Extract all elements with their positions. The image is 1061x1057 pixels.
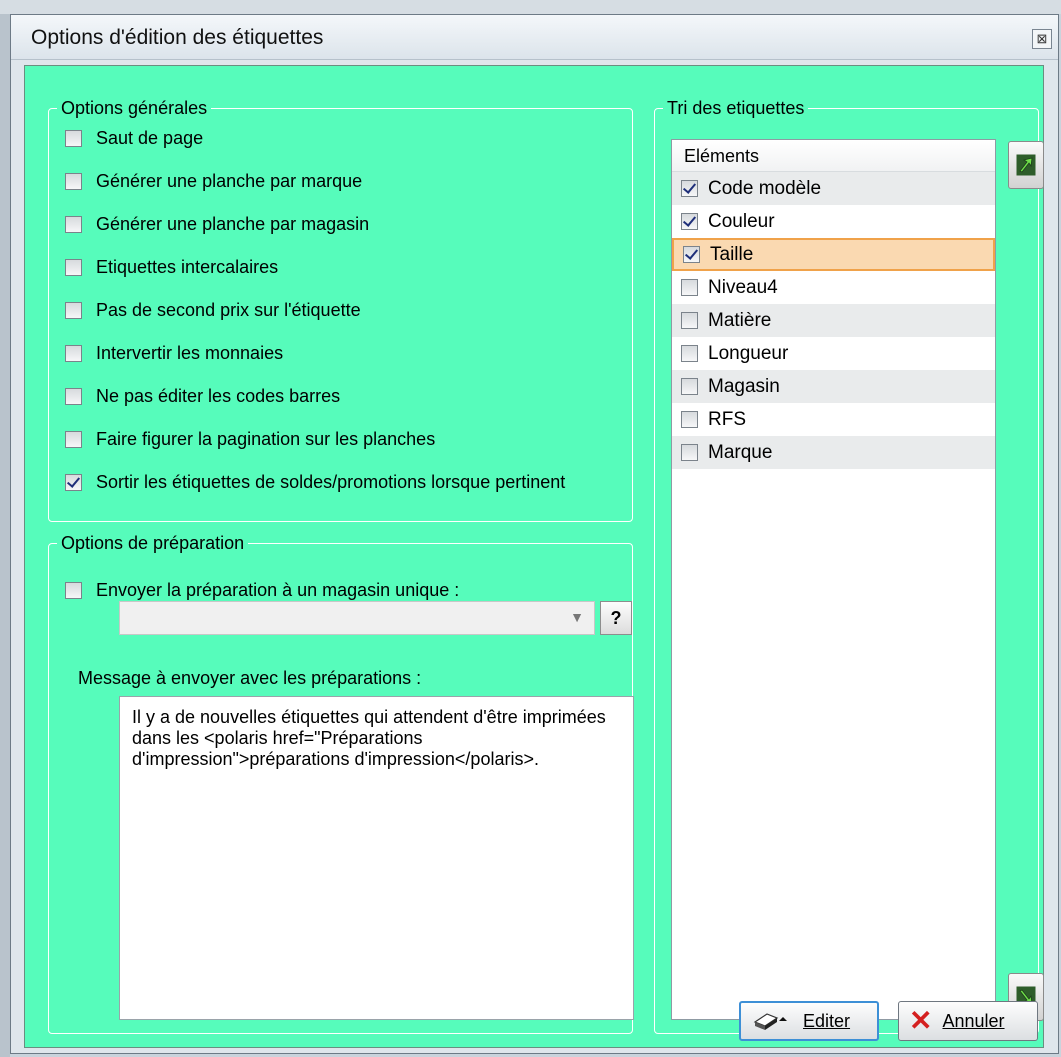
general-option-6[interactable]: Intervertir les monnaies [65, 341, 283, 365]
close-x-icon: ✕ [909, 1005, 933, 1036]
list-item-label: Taille [710, 243, 754, 265]
single-store-checkbox-row[interactable]: Envoyer la préparation à un magasin uniq… [65, 578, 459, 602]
cancel-button-label: Annuler [942, 1010, 1005, 1031]
list-item[interactable]: Taille [672, 238, 995, 271]
list-item-label: Marque [708, 441, 773, 463]
general-option-3[interactable]: Générer une planche par magasin [65, 212, 369, 236]
general-option-label: Faire figurer la pagination sur les plan… [96, 428, 436, 449]
edit-button-label: Editer [803, 1010, 851, 1031]
sort-rows: Code modèle Couleur Taille Niveau4 Matière Lo… [672, 172, 995, 469]
preparation-options-legend: Options de préparation [61, 533, 245, 553]
general-option-checkbox[interactable] [65, 172, 82, 190]
general-option-9[interactable]: Sortir les étiquettes de soldes/promotio… [65, 470, 565, 494]
title-bar[interactable]: Options d'édition des étiquettes ⊠ [11, 15, 1058, 60]
edit-button[interactable]: Editer [739, 1001, 879, 1041]
list-item[interactable]: RFS [672, 403, 995, 436]
background-app-strip [0, 0, 1061, 14]
general-option-1[interactable]: Saut de page [65, 126, 203, 150]
general-option-checkbox[interactable] [65, 387, 82, 405]
list-item-label: Code modèle [708, 177, 822, 199]
general-option-checkbox[interactable] [65, 301, 82, 319]
general-option-label: Saut de page [96, 127, 204, 148]
general-option-5[interactable]: Pas de second prix sur l'étiquette [65, 298, 361, 322]
store-select[interactable]: ▼ [119, 601, 595, 635]
general-option-4[interactable]: Etiquettes intercalaires [65, 255, 278, 279]
list-item-checkbox[interactable] [681, 378, 698, 395]
window-title: Options d'édition des étiquettes [31, 26, 324, 49]
general-option-label: Générer une planche par marque [96, 170, 363, 191]
list-item-checkbox[interactable] [681, 444, 698, 461]
background-app-edge [0, 0, 10, 1057]
general-option-label: Etiquettes intercalaires [96, 256, 279, 277]
general-option-checkbox[interactable] [65, 215, 82, 233]
message-textarea[interactable]: Il y a de nouvelles étiquettes qui atten… [119, 696, 634, 1020]
list-item-label: Magasin [708, 375, 780, 397]
message-label: Message à envoyer avec les préparations … [78, 668, 422, 688]
arrow-up-icon [1016, 154, 1036, 176]
close-button[interactable]: ⊠ [1032, 29, 1052, 49]
printer-icon [753, 1013, 787, 1030]
list-item[interactable]: Longueur [672, 337, 995, 370]
list-item-checkbox[interactable] [683, 246, 700, 263]
general-option-checkbox[interactable] [65, 344, 82, 362]
general-option-label: Intervertir les monnaies [96, 342, 284, 363]
general-option-checkbox[interactable] [65, 430, 82, 448]
dialog-client-area: Options générales Saut de page Générer un… [24, 65, 1044, 1048]
label-options-dialog: Options d'édition des étiquettes ⊠ Optio… [10, 14, 1059, 1054]
list-item-checkbox[interactable] [681, 180, 698, 197]
general-option-2[interactable]: Générer une planche par marque [65, 169, 362, 193]
list-item-checkbox[interactable] [681, 312, 698, 329]
general-option-label: Générer une planche par magasin [96, 213, 370, 234]
sort-labels-legend: Tri des etiquettes [667, 98, 805, 118]
list-item-label: RFS [708, 408, 746, 430]
single-store-label: Envoyer la préparation à un magasin uniq… [96, 579, 460, 600]
list-item[interactable]: Niveau4 [672, 271, 995, 304]
general-option-7[interactable]: Ne pas éditer les codes barres [65, 384, 340, 408]
general-option-label: Pas de second prix sur l'étiquette [96, 299, 361, 320]
list-item-checkbox[interactable] [681, 213, 698, 230]
list-item[interactable]: Magasin [672, 370, 995, 403]
list-item[interactable]: Marque [672, 436, 995, 469]
general-option-checkbox[interactable] [65, 258, 82, 276]
help-button[interactable]: ? [600, 601, 632, 635]
sort-elements-list[interactable]: Eléments Code modèle Couleur Taille Niveau4… [671, 139, 996, 1020]
list-item[interactable]: Couleur [672, 205, 995, 238]
list-column-header[interactable]: Eléments [672, 140, 995, 172]
list-item-label: Matière [708, 309, 772, 331]
general-option-checkbox[interactable] [65, 129, 82, 147]
list-item[interactable]: Matière [672, 304, 995, 337]
list-item-checkbox[interactable] [681, 411, 698, 428]
general-option-label: Sortir les étiquettes de soldes/promotio… [96, 471, 566, 492]
general-option-8[interactable]: Faire figurer la pagination sur les plan… [65, 427, 435, 451]
list-item-checkbox[interactable] [681, 279, 698, 296]
single-store-checkbox[interactable] [65, 581, 82, 599]
list-item-label: Niveau4 [708, 276, 778, 298]
general-option-label: Ne pas éditer les codes barres [96, 385, 341, 406]
list-item-checkbox[interactable] [681, 345, 698, 362]
general-option-checkbox[interactable] [65, 473, 82, 491]
cancel-button[interactable]: ✕ Annuler [898, 1001, 1038, 1041]
list-item-label: Couleur [708, 210, 775, 232]
general-options-legend: Options générales [61, 98, 208, 118]
list-item-label: Longueur [708, 342, 789, 364]
list-item[interactable]: Code modèle [672, 172, 995, 205]
move-up-button[interactable] [1008, 141, 1044, 189]
chevron-down-icon[interactable]: ▼ [570, 609, 584, 625]
